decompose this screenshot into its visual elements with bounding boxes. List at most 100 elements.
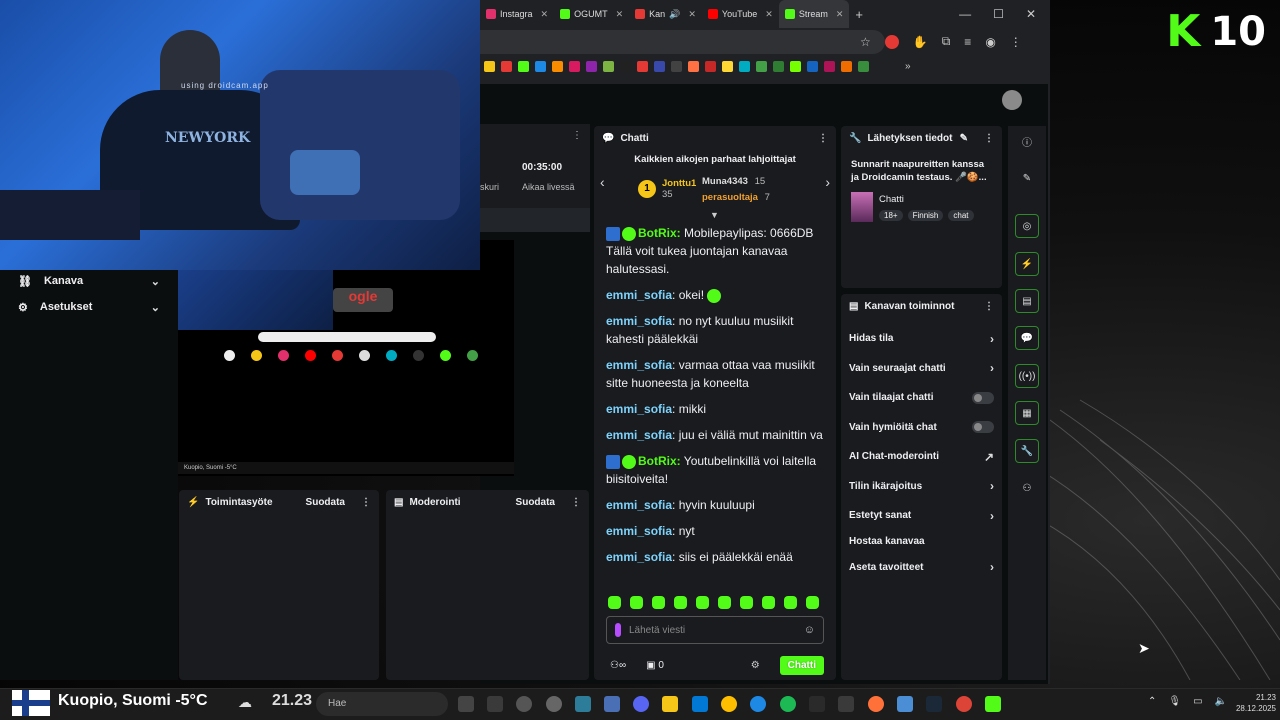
filter-button[interactable]: Suodata — [516, 497, 555, 508]
spotify-icon[interactable] — [780, 696, 796, 712]
gear-icon[interactable]: ⚙ — [751, 660, 760, 671]
action-slow-mode[interactable]: Hidas tila › — [841, 324, 1002, 354]
chat-username[interactable]: emmi_sofia — [606, 498, 672, 512]
folder-icon[interactable] — [662, 696, 678, 712]
bookmark-icon[interactable] — [722, 60, 733, 72]
nav-item-kanava[interactable]: ⛓ Kanava ⌄ — [0, 268, 178, 294]
send-chat-button[interactable]: Chatti — [779, 656, 824, 675]
app-icon[interactable] — [516, 696, 532, 712]
bookmark-icon[interactable] — [807, 60, 818, 72]
chat-username[interactable]: BotRix — [638, 226, 677, 240]
close-window-button[interactable]: ✕ — [1026, 7, 1036, 21]
steam-icon[interactable] — [926, 696, 942, 712]
edge-icon[interactable] — [750, 696, 766, 712]
lightning-icon[interactable]: ⚡ — [1015, 252, 1039, 276]
bookmark-icon[interactable] — [637, 60, 648, 72]
more-icon[interactable]: ⋮ — [572, 130, 582, 141]
emote-icon[interactable] — [740, 596, 753, 609]
bookmark-icon[interactable] — [501, 60, 512, 72]
target-icon[interactable]: ◎ — [1015, 214, 1039, 238]
emote-icon[interactable] — [806, 596, 819, 609]
chat-input[interactable]: Lähetä viesti ☺ — [606, 616, 824, 644]
tab-kanava[interactable]: Kan 🔊 ✕ — [629, 0, 702, 28]
more-bookmarks-icon[interactable]: » — [905, 61, 911, 72]
filter-icon[interactable]: ▼ — [710, 210, 719, 220]
users-icon[interactable]: ⚇∞ — [610, 660, 626, 671]
firefox-icon[interactable] — [868, 696, 884, 712]
app-icon[interactable] — [897, 696, 913, 712]
calculator-icon[interactable] — [575, 696, 591, 712]
chat-bubble-icon[interactable]: 💬 — [1015, 326, 1039, 350]
nav-item-asetukset[interactable]: ⚙ Asetukset ⌄ — [0, 294, 178, 320]
widget-icon[interactable] — [458, 696, 474, 712]
app-icon[interactable] — [985, 696, 1001, 712]
close-icon[interactable]: ✕ — [836, 9, 844, 20]
more-icon[interactable]: ⋮ — [984, 301, 994, 312]
close-icon[interactable]: ✕ — [688, 9, 696, 20]
bookmark-icon[interactable] — [756, 60, 767, 72]
filter-button[interactable]: Suodata — [306, 497, 345, 508]
speaker-icon[interactable]: 🔊 — [669, 9, 680, 20]
tab-ogumt[interactable]: OGUMT ✕ — [554, 0, 629, 28]
emote-icon[interactable] — [630, 596, 643, 609]
pencil-icon[interactable]: ✎ — [1015, 166, 1039, 190]
action-ai-moderation[interactable]: AI Chat-moderointi ↗ — [841, 442, 1002, 472]
more-icon[interactable]: ⋮ — [818, 133, 828, 144]
puzzle-icon[interactable]: ⧉ — [942, 34, 951, 49]
bookmark-icon[interactable] — [671, 60, 682, 72]
bookmark-icon[interactable] — [569, 60, 580, 72]
emotes-only-toggle[interactable] — [972, 421, 994, 434]
app-icon[interactable] — [487, 696, 503, 712]
close-icon[interactable]: ✕ — [616, 9, 624, 20]
close-icon[interactable]: ✕ — [541, 9, 549, 20]
chat-username[interactable]: emmi_sofia — [606, 402, 672, 416]
bookmark-icon[interactable] — [858, 60, 869, 72]
bookmark-icon[interactable] — [552, 60, 563, 72]
clock[interactable]: 21.23 28.12.2025 — [1222, 692, 1276, 714]
emote-icon[interactable] — [608, 596, 621, 609]
app-icon[interactable] — [546, 696, 562, 712]
action-followers-only[interactable]: Vain seuraajat chatti › — [841, 354, 1002, 384]
bookmark-icon[interactable] — [773, 60, 784, 72]
bookmark-icon[interactable] — [484, 60, 495, 72]
action-host-channel[interactable]: Hostaa kanavaa — [841, 531, 1002, 553]
avatar[interactable] — [1002, 90, 1022, 110]
bookmark-icon[interactable] — [654, 60, 665, 72]
bookmark-icon[interactable] — [790, 60, 801, 72]
discord-icon[interactable] — [633, 696, 649, 712]
action-age-restriction[interactable]: Tilin ikärajoitus › — [841, 472, 1002, 502]
document-icon[interactable]: ▤ — [1015, 289, 1039, 313]
close-icon[interactable]: ✕ — [765, 9, 773, 20]
minimize-button[interactable]: — — [959, 7, 971, 21]
tab-youtube[interactable]: YouTube ✕ — [702, 0, 779, 28]
subscribers-only-toggle[interactable] — [972, 391, 994, 404]
action-blocked-words[interactable]: Estetyt sanat › — [841, 501, 1002, 531]
app-icon[interactable] — [721, 696, 737, 712]
profile-icon[interactable]: ◉ — [985, 35, 995, 49]
chevron-up-icon[interactable]: ⌃ — [1148, 696, 1156, 707]
network-icon[interactable]: ▭ — [1193, 696, 1202, 707]
chat-username[interactable]: emmi_sofia — [606, 428, 672, 442]
bookmark-icon[interactable] — [705, 60, 716, 72]
tab-instagram[interactable]: Instagra ✕ — [480, 0, 554, 28]
broadcast-icon[interactable]: ((•)) — [1015, 364, 1039, 388]
action-subscribers-only[interactable]: Vain tilaajat chatti — [841, 383, 1002, 413]
bookmark-icon[interactable] — [739, 60, 750, 72]
chat-username[interactable]: BotRix — [638, 454, 677, 468]
tab-stream[interactable]: Stream ✕ — [778, 0, 850, 28]
edit-icon[interactable]: ✎ — [960, 133, 968, 144]
chat-username[interactable]: emmi_sofia — [606, 288, 672, 302]
info-icon[interactable]: ⓘ — [1015, 129, 1039, 153]
grid-icon[interactable]: ▦ — [1015, 401, 1039, 425]
emote-icon[interactable] — [674, 596, 687, 609]
new-tab-button[interactable]: + — [849, 7, 869, 22]
bookmark-icon[interactable] — [535, 60, 546, 72]
chrome-icon[interactable] — [956, 696, 972, 712]
wrench-icon[interactable]: 🔧 — [1015, 439, 1039, 463]
menu-icon[interactable]: ⋮ — [1010, 35, 1022, 49]
bookmark-icon[interactable] — [518, 60, 529, 72]
bookmark-icon[interactable] — [688, 60, 699, 72]
chevron-right-icon[interactable]: › — [825, 174, 830, 190]
star-icon[interactable]: ☆ — [860, 35, 871, 49]
emote-icon[interactable] — [696, 596, 709, 609]
